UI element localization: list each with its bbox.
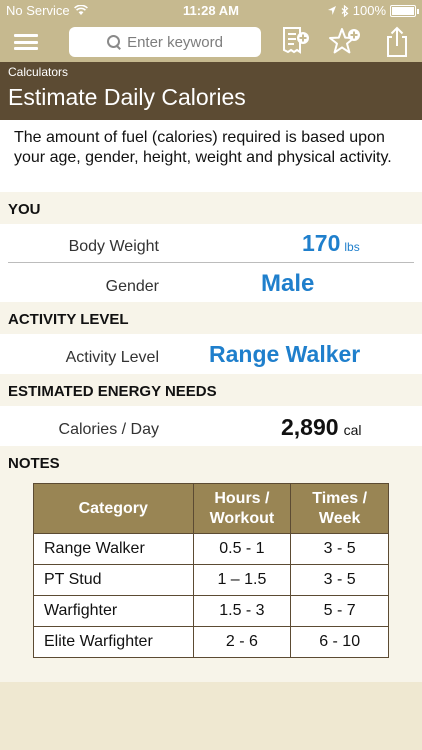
intro-text: The amount of fuel (calories) required i… [0,120,422,192]
battery-percent: 100% [352,3,386,18]
breadcrumb[interactable]: Calculators [8,65,68,79]
body-weight-label: Body Weight [68,238,159,255]
you-rows: Body Weight 170 lbs Gender Male [0,224,422,302]
table-row: Elite Warfighter 2 - 6 6 - 10 [33,626,389,658]
table-cell-category: PT Stud [33,564,194,596]
table-cell-times: 5 - 7 [290,595,389,627]
section-header-activity: ACTIVITY LEVEL [0,302,422,334]
table-cell-times: 6 - 10 [290,626,389,658]
search-input[interactable]: Enter keyword [69,27,261,57]
energy-row: Calories / Day 2,890 cal [0,406,422,446]
table-cell-hours: 2 - 6 [192,626,292,658]
footer-band [0,682,422,750]
page-title: Estimate Daily Calories [8,84,246,110]
activity-level-label: Activity Level [65,349,159,366]
section-header-notes: NOTES [0,446,422,478]
body-weight-value[interactable]: 170 lbs [302,230,360,257]
activity-level-value[interactable]: Range Walker [209,341,360,368]
notes-table-header-row: Category Hours / Workout Times / Week [33,483,389,534]
add-favorite-star-icon[interactable] [328,25,362,59]
search-placeholder: Enter keyword [127,33,223,51]
search-icon [107,35,121,49]
status-right: 100% [327,3,419,18]
calories-per-day-value: 2,890 cal [281,414,361,441]
table-cell-times: 3 - 5 [290,533,389,565]
column-header-times-week: Times / Week [290,483,389,534]
location-arrow-icon [327,6,336,15]
section-header-you: YOU [0,192,422,224]
add-to-list-icon[interactable] [278,25,312,59]
table-cell-hours: 1.5 - 3 [192,595,292,627]
table-row: Range Walker 0.5 - 1 3 - 5 [33,533,389,565]
table-cell-category: Elite Warfighter [33,626,194,658]
section-header-energy: ESTIMATED ENERGY NEEDS [0,374,422,406]
column-header-category: Category [33,483,194,534]
table-cell-hours: 0.5 - 1 [192,533,292,565]
row-divider [8,262,414,263]
body-weight-unit: lbs [344,240,360,254]
column-header-hours-workout: Hours / Workout [192,483,292,534]
table-cell-category: Range Walker [33,533,194,565]
calories-per-day-label: Calories / Day [58,421,159,438]
table-cell-hours: 1 – 1.5 [192,564,292,596]
status-bar: No Service 11:28 AM 100% [0,0,422,22]
hamburger-menu-icon[interactable] [14,31,38,53]
bluetooth-icon [341,4,349,17]
gender-label: Gender [105,278,159,295]
activity-row: Activity Level Range Walker [0,334,422,374]
table-cell-category: Warfighter [33,595,194,627]
share-icon[interactable] [380,25,414,59]
nav-bar: Enter keyword [0,22,422,62]
body-weight-number: 170 [302,230,341,256]
gender-value[interactable]: Male [261,270,314,298]
notes-table: Category Hours / Workout Times / Week Ra… [33,483,389,658]
calories-number: 2,890 [281,414,339,440]
table-cell-times: 3 - 5 [290,564,389,596]
page-header: Calculators Estimate Daily Calories [0,62,422,120]
table-row: PT Stud 1 – 1.5 3 - 5 [33,564,389,596]
table-row: Warfighter 1.5 - 3 5 - 7 [33,595,389,627]
calories-unit: cal [343,422,362,438]
battery-icon [390,4,419,17]
